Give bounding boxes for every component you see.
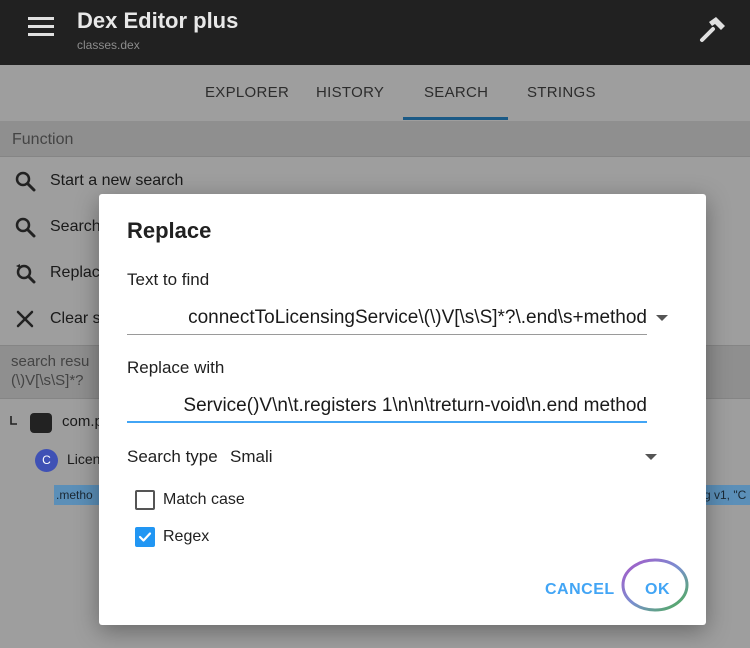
match-text-right: g v1, "C <box>702 485 750 505</box>
app-bar: Dex Editor plus classes.dex <box>0 0 750 65</box>
search-type-select[interactable]: Smali <box>230 447 273 467</box>
tree-expand-icon <box>10 416 17 425</box>
app-subtitle: classes.dex <box>77 38 140 52</box>
dialog-title: Replace <box>127 218 212 243</box>
find-label: Text to find <box>127 270 210 289</box>
tab-strings[interactable]: STRINGS <box>527 84 596 101</box>
checkmark-icon <box>138 532 152 542</box>
results-query: (\)V[\s\S]*? <box>11 372 84 389</box>
replace-input-value: Service()V\n\t.registers 1\n\n\treturn-v… <box>183 395 647 416</box>
find-input-underline <box>127 334 647 335</box>
replace-input[interactable]: Service()V\n\t.registers 1\n\n\treturn-v… <box>127 391 647 423</box>
search-icon <box>15 171 36 192</box>
function-item-label: Replac <box>50 264 100 281</box>
function-item-label: Search <box>50 218 101 235</box>
folder-icon <box>30 413 52 433</box>
tab-bar: EXPLORER HISTORY SEARCH STRINGS <box>0 65 750 121</box>
find-input-value: connectToLicensingService\(\)V[\s\S]*?\.… <box>188 307 647 328</box>
match-case-checkbox[interactable] <box>135 490 155 510</box>
find-history-dropdown-icon[interactable] <box>656 315 668 321</box>
replace-icon <box>16 264 36 284</box>
tab-history[interactable]: HISTORY <box>316 84 384 101</box>
find-input[interactable]: connectToLicensingService\(\)V[\s\S]*?\.… <box>127 303 647 335</box>
search-type-label: Search type <box>127 447 218 466</box>
function-item-label: Clear s <box>50 310 101 327</box>
regex-label[interactable]: Regex <box>163 528 209 546</box>
match-text-left: .metho <box>54 485 102 505</box>
function-item-label: Start a new search <box>50 172 184 189</box>
close-icon <box>16 310 34 328</box>
menu-icon[interactable] <box>28 17 54 37</box>
function-header: Function <box>0 121 750 157</box>
search-icon <box>15 217 36 238</box>
search-type-dropdown-icon[interactable] <box>645 454 657 460</box>
tab-explorer[interactable]: EXPLORER <box>205 84 289 101</box>
tab-search[interactable]: SEARCH <box>424 84 488 101</box>
app-title: Dex Editor plus <box>77 8 239 33</box>
cancel-button[interactable]: CANCEL <box>545 581 615 599</box>
replace-input-underline <box>127 421 647 423</box>
replace-dialog: Replace Text to find connectToLicensingS… <box>99 194 706 625</box>
tree-item-label: com.p <box>62 413 103 430</box>
results-label: search resu <box>11 353 90 370</box>
hammer-icon[interactable] <box>696 14 728 46</box>
replace-label: Replace with <box>127 358 225 377</box>
ok-button[interactable]: OK <box>645 581 670 599</box>
regex-checkbox[interactable] <box>135 527 155 547</box>
tree-item-label: Licen <box>67 451 101 467</box>
function-header-label: Function <box>12 131 74 148</box>
tab-indicator <box>403 117 508 120</box>
match-case-label[interactable]: Match case <box>163 491 245 509</box>
class-icon: C <box>35 449 58 472</box>
